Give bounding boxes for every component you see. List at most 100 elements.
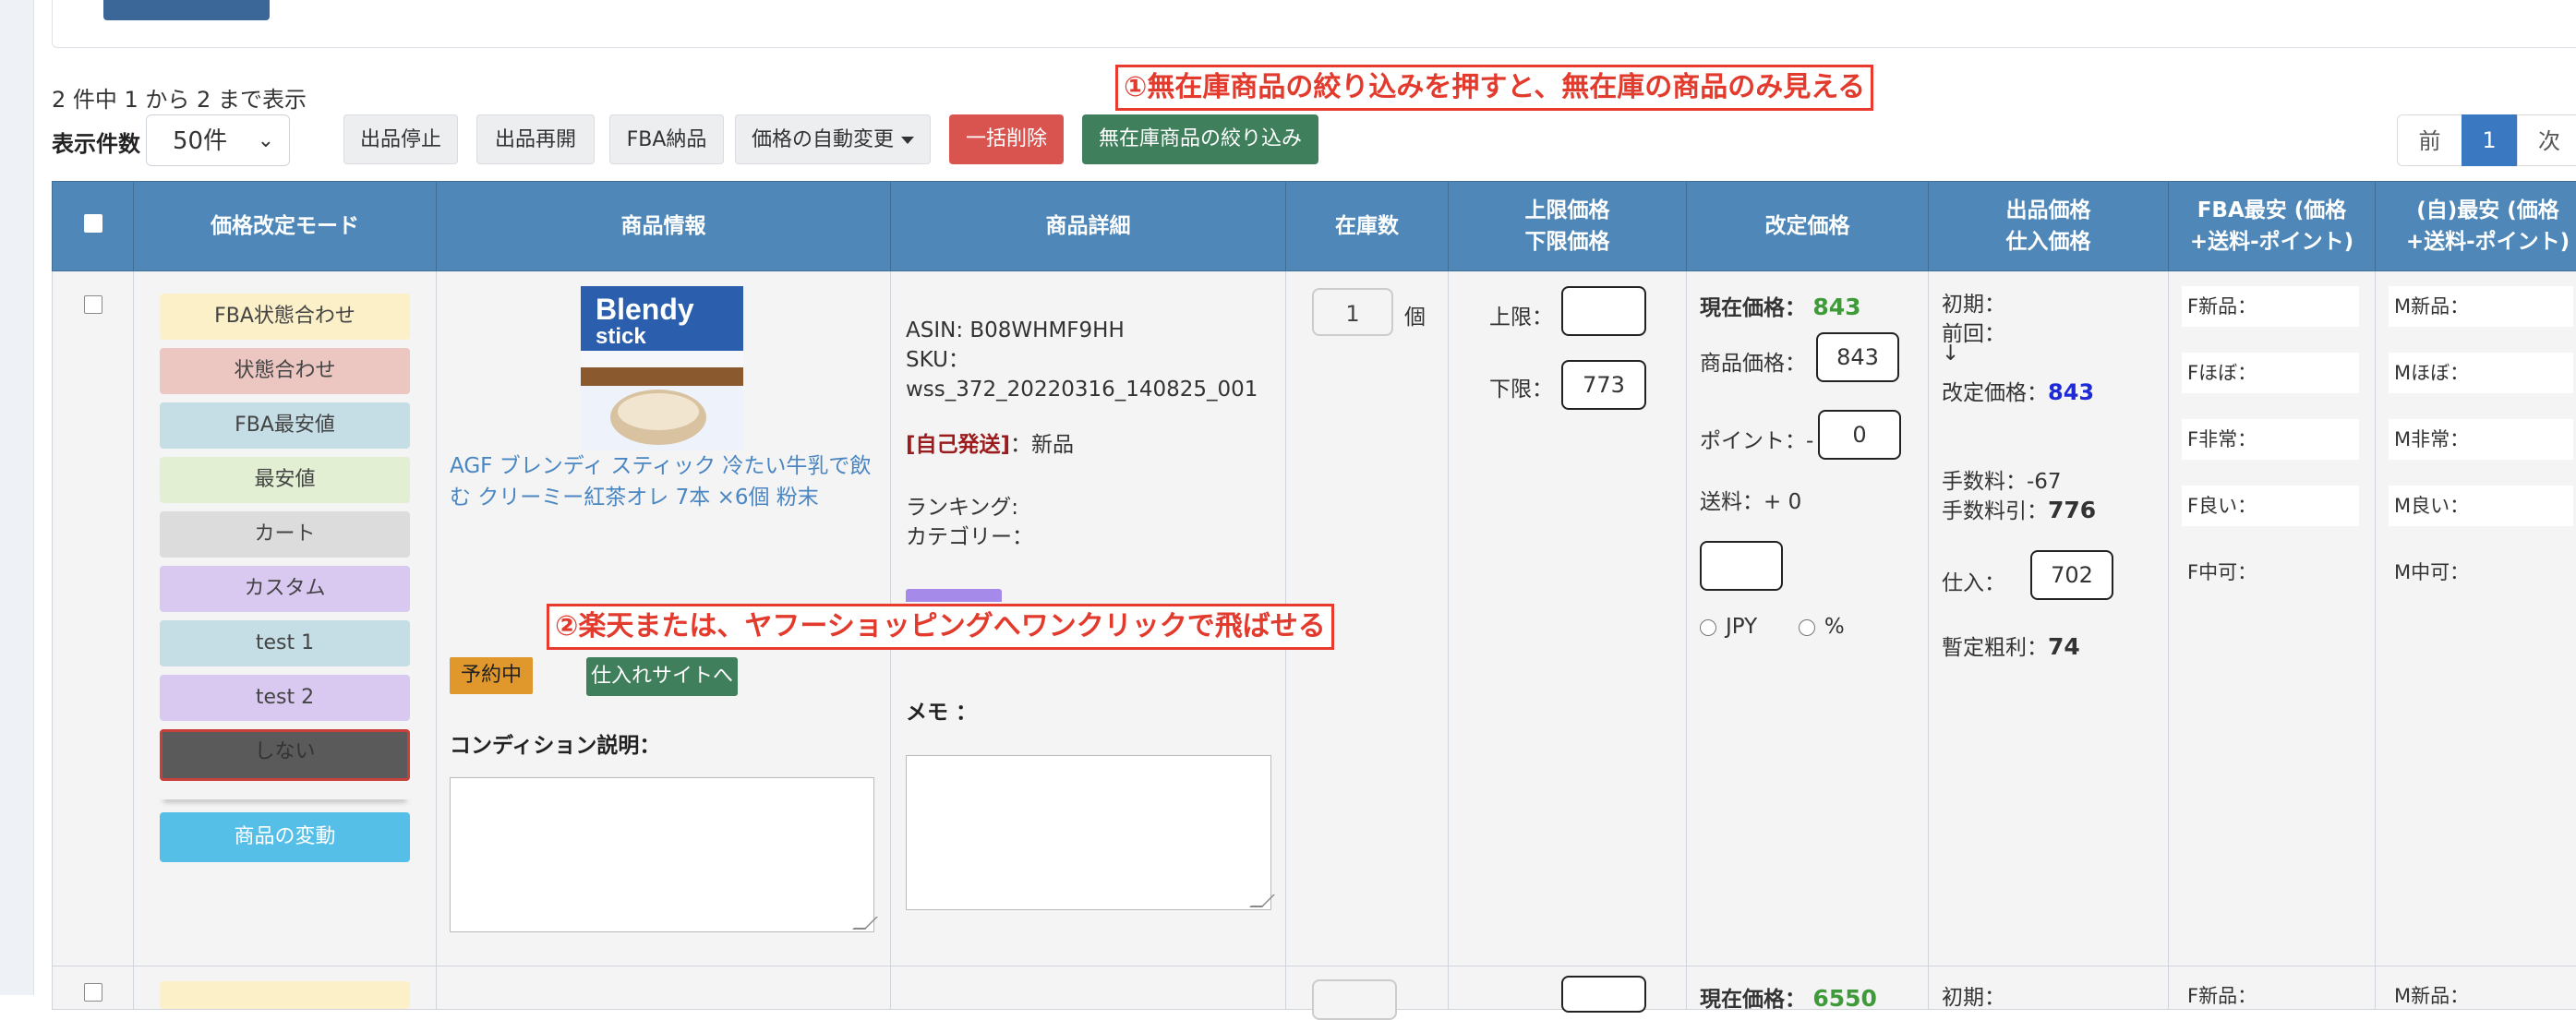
product-change-button[interactable]: 商品の変動 (160, 812, 410, 862)
pager-prev[interactable]: 前 (2397, 114, 2462, 166)
jpy-radio[interactable] (1700, 619, 1716, 636)
row-select-cell (53, 966, 134, 1010)
mode-fba-lowest[interactable]: FBA最安値 (160, 402, 410, 449)
auto-price-change-dropdown[interactable]: 価格の自動変更 (735, 114, 931, 164)
mode-test-2[interactable]: test 2 (160, 675, 410, 721)
left-sidebar-strip (0, 0, 34, 995)
self-very-good: M非常： (2389, 419, 2573, 460)
mode-cart[interactable]: カート (160, 511, 410, 558)
current-price: 現在価格： 843 (1700, 290, 1861, 321)
self-like-new: Mほぼ： (2389, 353, 2573, 393)
divider (1942, 530, 2145, 535)
shipping-condition: [自己発送]：新品 (906, 430, 1074, 460)
divider (2182, 330, 2359, 335)
self-lowest-cell: M新品： (2376, 966, 2576, 1010)
select-all-cell (53, 182, 134, 271)
caret-down-icon (901, 137, 914, 144)
self-new: M新品： (2394, 981, 2469, 1009)
header-upper-limit: 上限価格 (1452, 195, 1682, 226)
divider (2182, 530, 2359, 534)
per-page-select[interactable]: 50件 ⌄ (146, 114, 290, 166)
mode-fba-condition[interactable]: FBA状態合わせ (160, 294, 410, 340)
header-fba-lowest-2: +送料-ポイント) (2173, 226, 2371, 258)
row-checkbox[interactable] (84, 983, 102, 1002)
purchase-price-input[interactable]: 702 (2030, 550, 2113, 600)
divider (2182, 463, 2359, 468)
upper-limit-input[interactable] (1561, 286, 1646, 336)
mode-condition[interactable]: 状態合わせ (160, 348, 410, 394)
pager-page-1[interactable]: 1 (2462, 114, 2517, 166)
adjust-input[interactable] (1700, 541, 1783, 591)
after-fee-value: 776 (2048, 497, 2096, 523)
filter-out-of-stock-button[interactable]: 無在庫商品の絞り込み (1082, 114, 1318, 164)
condition-textarea[interactable] (450, 777, 874, 932)
mode-lowest[interactable]: 最安値 (160, 457, 410, 503)
revised-price-cell: 現在価格： 6550 (1687, 966, 1929, 1010)
stock-cell (1286, 966, 1449, 1010)
pager-next[interactable]: 次 (2517, 114, 2576, 166)
stop-listing-button[interactable]: 出品停止 (343, 114, 458, 164)
header-product-info: 商品情報 (437, 182, 891, 271)
mode-custom[interactable]: カスタム (160, 566, 410, 612)
mode-none[interactable]: しない (160, 729, 410, 781)
fba-delivery-button[interactable]: FBA納品 (609, 114, 724, 164)
jpy-label: JPY (1726, 615, 1757, 639)
resize-grip-icon (1249, 894, 1275, 907)
svg-text:Blendy: Blendy (596, 293, 694, 326)
product-title-link[interactable]: AGF ブレンディ スティック 冷たい牛乳で飲む クリーミー紅茶オレ 7本 ×6… (450, 450, 874, 513)
header-self-lowest-1: (自)最安 (価格 (2379, 195, 2576, 226)
lower-limit-input[interactable]: 773 (1561, 360, 1646, 410)
stock-input[interactable]: 1 (1312, 288, 1393, 336)
mode-test-1[interactable]: test 1 (160, 620, 410, 666)
marketplace-link-button[interactable] (906, 589, 1002, 602)
row-select-cell (53, 271, 134, 966)
mode-fba-condition[interactable] (160, 981, 410, 1009)
auto-price-change-label: 価格の自動変更 (752, 128, 894, 151)
product-image[interactable]: Blendy stick (581, 286, 743, 450)
product-detail-cell (891, 966, 1286, 1010)
condition-text: ：新品 (1010, 433, 1074, 457)
bulk-delete-button[interactable]: 一括削除 (949, 114, 1064, 164)
listing-price-cell: 初期： (1929, 966, 2169, 1010)
category-label: カテゴリー： (906, 522, 1033, 552)
header-limits: 上限価格下限価格 (1449, 182, 1687, 271)
resize-grip-icon (852, 917, 878, 930)
self-lowest-cell: M新品： Mほぼ： M非常： M良い： M中可： (2376, 271, 2576, 966)
chevron-down-icon: ⌄ (258, 115, 274, 167)
top-panel (52, 0, 2576, 48)
percent-radio[interactable] (1799, 619, 1815, 636)
point-input[interactable]: 0 (1818, 410, 1901, 460)
revised-price-label: 改定価格： (1942, 381, 2048, 405)
percent-label: % (1824, 615, 1845, 639)
revised-price-line: 改定価格：843 (1942, 375, 2094, 406)
per-page-value: 50件 (173, 127, 227, 155)
fba-lowest-cell: F新品： Fほぼ： F非常： F良い： F中可： (2169, 271, 2376, 966)
top-search-button[interactable] (103, 0, 270, 20)
memo-textarea[interactable] (906, 755, 1271, 910)
product-info-cell (437, 966, 891, 1010)
row-checkbox[interactable] (84, 295, 102, 314)
product-table: 価格改定モード 商品情報 商品詳細 在庫数 上限価格下限価格 改定価格 出品価格… (52, 181, 2576, 1010)
resume-listing-button[interactable]: 出品再開 (476, 114, 595, 164)
header-purchase-price: 仕入価格 (1932, 226, 2164, 258)
fba-good: F良い： (2182, 486, 2359, 526)
upper-limit-input[interactable] (1561, 976, 1646, 1013)
mode-cell: FBA状態合わせ 状態合わせ FBA最安値 最安値 カート カスタム test … (134, 271, 437, 966)
fba-acceptable: F中可： (2182, 552, 2359, 593)
item-price-input[interactable]: 843 (1816, 332, 1899, 382)
annotation-callout-1: ①無在庫商品の絞り込みを押すと、無在庫の商品のみ見える (1115, 65, 1873, 111)
header-fba-lowest: FBA最安 (価格+送料-ポイント) (2169, 182, 2376, 271)
gross-profit-line: 暫定粗利：74 (1942, 630, 2080, 661)
item-price-label: 商品価格： (1700, 345, 1806, 377)
supplier-site-button[interactable]: 仕入れサイトへ (586, 657, 738, 696)
stock-input[interactable] (1312, 979, 1397, 1020)
current-price-label: 現在価格： (1700, 296, 1806, 320)
current-price: 現在価格： 6550 (1700, 981, 1877, 1013)
header-self-lowest: (自)最安 (価格+送料-ポイント) (2376, 182, 2576, 271)
divider (2389, 397, 2573, 402)
memo-label: メモ ： (906, 694, 977, 726)
divider (1700, 513, 1903, 519)
header-lower-limit: 下限価格 (1452, 226, 1682, 258)
limits-cell (1449, 966, 1687, 1010)
select-all-checkbox[interactable] (84, 214, 102, 233)
